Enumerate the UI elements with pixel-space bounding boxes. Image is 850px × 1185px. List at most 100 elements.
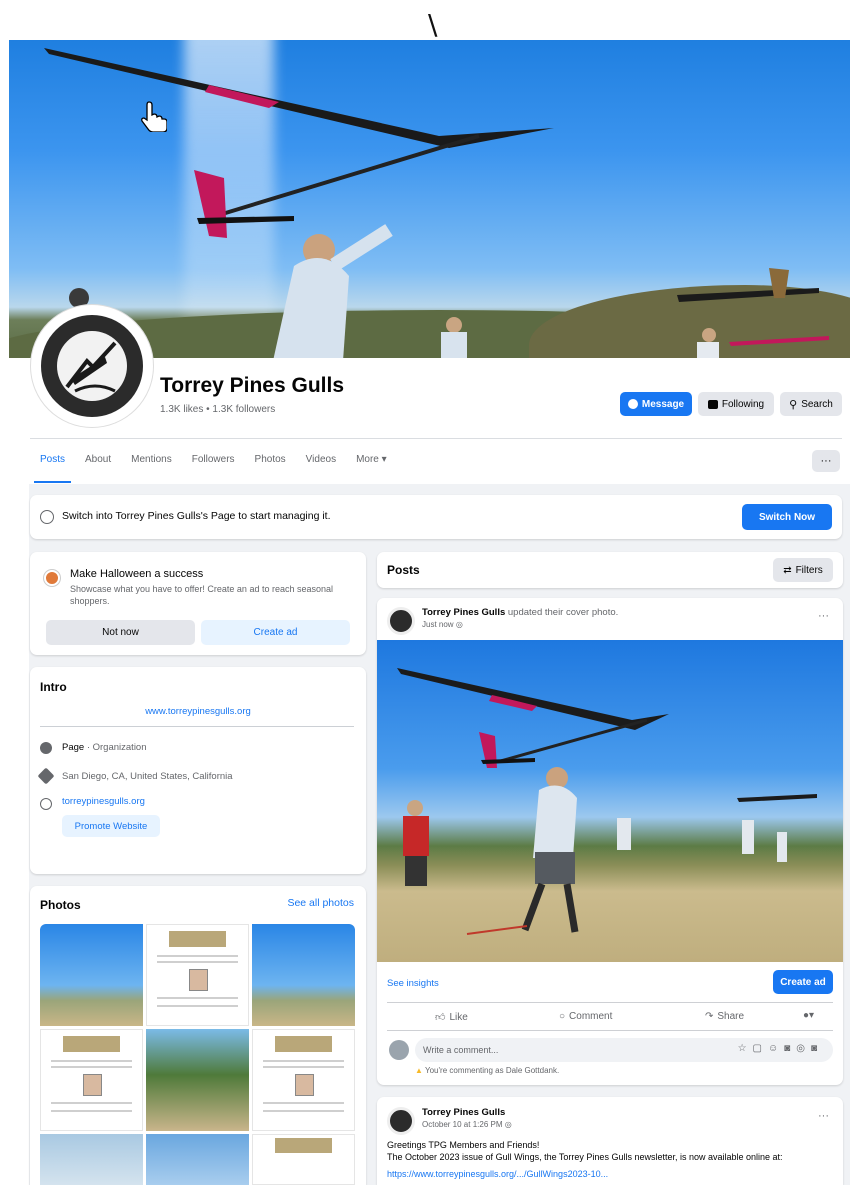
- switch-banner: Switch into Torrey Pines Gulls's Page to…: [30, 495, 842, 539]
- post-actions-divider: [387, 1002, 833, 1003]
- see-all-photos-link[interactable]: See all photos: [287, 897, 354, 909]
- posts-header: Posts ⇄ Filters: [377, 552, 843, 588]
- comment-button[interactable]: ○ Comment: [559, 1011, 612, 1022]
- post-header-text: Torrey Pines Gulls updated their cover p…: [422, 607, 618, 618]
- post-newsletter: Torrey Pines Gulls October 10 at 1:26 PM…: [377, 1097, 843, 1185]
- like-button[interactable]: 👍︎ Like: [435, 1011, 468, 1024]
- post-timestamp[interactable]: October 10 at 1:26 PM ◎: [422, 1120, 512, 1129]
- post-text-line2: The October 2023 issue of Gull Wings, th…: [387, 1152, 783, 1162]
- warning-icon: ▲: [415, 1066, 423, 1075]
- like-button-label: Like: [449, 1011, 468, 1023]
- hand-cursor-icon: [141, 101, 167, 132]
- post-time-text: Just now: [422, 620, 454, 629]
- tab-videos[interactable]: Videos: [296, 450, 346, 478]
- halloween-ad-card: Make Halloween a success Showcase what y…: [30, 552, 366, 655]
- intro-divider: [40, 726, 354, 727]
- tab-photos[interactable]: Photos: [245, 450, 296, 478]
- halloween-title: Make Halloween a success: [70, 568, 204, 580]
- create-ad-post-button[interactable]: Create ad: [773, 970, 833, 994]
- profile-divider: [30, 438, 842, 439]
- comment-input[interactable]: Write a comment... ☆▢☺◙◎◙: [415, 1038, 833, 1062]
- search-button-label: Search: [801, 398, 833, 410]
- posts-title: Posts: [387, 563, 420, 577]
- share-icon: ↷: [705, 1011, 714, 1022]
- globe-icon: [40, 798, 52, 810]
- filters-icon: ⇄: [783, 564, 792, 576]
- tab-followers[interactable]: Followers: [182, 450, 245, 478]
- photo-thumbnail[interactable]: [146, 1029, 249, 1131]
- intro-location: San Diego, CA, United States, California: [62, 771, 233, 782]
- top-mark: \: [428, 8, 438, 41]
- page-stats[interactable]: 1.3K likes • 1.3K followers: [160, 404, 275, 415]
- post-author-avatar[interactable]: [387, 607, 415, 635]
- photo-thumbnail[interactable]: [146, 1134, 249, 1185]
- newsletter-link[interactable]: https://www.torreypinesgulls.org/.../Gul…: [387, 1169, 608, 1179]
- see-insights-link[interactable]: See insights: [387, 978, 439, 989]
- switch-now-button[interactable]: Switch Now: [742, 504, 832, 530]
- switch-profile-icon: [40, 510, 54, 524]
- globe-icon: ◎: [504, 1120, 512, 1129]
- photo-thumbnail[interactable]: [40, 1029, 143, 1131]
- page-title: Torrey Pines Gulls: [160, 374, 345, 397]
- photo-thumbnail[interactable]: [40, 924, 143, 1026]
- commenting-as-text: You're commenting as Dale Gottdank.: [425, 1066, 560, 1075]
- post-photo[interactable]: [377, 640, 843, 962]
- not-now-button[interactable]: Not now: [46, 620, 195, 645]
- post-timestamp[interactable]: Just now ◎: [422, 620, 463, 629]
- pumpkin-icon: [44, 570, 60, 586]
- photo-thumbnail[interactable]: [252, 1134, 355, 1185]
- share-button[interactable]: ↷ Share: [705, 1011, 744, 1022]
- halloween-body: Showcase what you have to offer! Create …: [70, 584, 333, 606]
- post-text-line1: Greetings TPG Members and Friends!: [387, 1140, 540, 1150]
- comment-button-label: Comment: [569, 1011, 613, 1022]
- following-icon: [707, 399, 718, 409]
- post-time-text: October 10 at 1:26 PM: [422, 1120, 503, 1129]
- filters-button[interactable]: ⇄ Filters: [773, 558, 833, 582]
- post-author-name[interactable]: Torrey Pines Gulls: [422, 1107, 505, 1118]
- intro-title: Intro: [40, 680, 67, 694]
- filters-button-label: Filters: [795, 564, 823, 576]
- thumbs-up-icon: 👍︎: [435, 1012, 446, 1023]
- following-button[interactable]: Following: [698, 392, 774, 416]
- more-options-button[interactable]: ···: [812, 450, 840, 472]
- tab-posts[interactable]: Posts: [30, 450, 75, 483]
- intro-category-type: Page: [62, 742, 85, 753]
- comment-icon: ○: [559, 1011, 566, 1022]
- post-options-icon[interactable]: ···: [818, 610, 829, 622]
- page-avatar[interactable]: [31, 305, 153, 427]
- post-options-icon[interactable]: ···: [818, 1110, 829, 1122]
- message-button-label: Message: [641, 398, 685, 410]
- glider-illustration: [397, 668, 817, 935]
- globe-icon: ◎: [455, 620, 463, 629]
- intro-website-top[interactable]: www.torreypinesgulls.org: [30, 706, 366, 717]
- search-icon: ⚲: [789, 398, 798, 411]
- gull-logo-icon: [65, 341, 117, 393]
- share-button-label: Share: [717, 1011, 745, 1022]
- tab-about[interactable]: About: [75, 450, 121, 478]
- photo-thumbnail[interactable]: [146, 924, 249, 1026]
- reaction-profile-selector[interactable]: ●▾: [803, 1010, 814, 1021]
- tab-mentions[interactable]: Mentions: [121, 450, 182, 478]
- tab-more[interactable]: More ▾: [346, 450, 397, 478]
- message-button[interactable]: Message: [620, 392, 692, 416]
- post-cover-update: Torrey Pines Gulls updated their cover p…: [377, 598, 843, 1085]
- intro-website-link[interactable]: torreypinesgulls.org: [62, 796, 145, 807]
- comment-placeholder: Write a comment...: [423, 1045, 499, 1055]
- intro-category-name: · Organization: [84, 742, 147, 753]
- photos-card: Photos See all photos: [30, 886, 366, 1185]
- create-ad-button[interactable]: Create ad: [201, 620, 350, 645]
- search-button[interactable]: ⚲ Search: [780, 392, 842, 416]
- page-tabs: Posts About Mentions Followers Photos Vi…: [30, 450, 397, 483]
- photo-thumbnail[interactable]: [40, 1134, 143, 1185]
- photo-thumbnail[interactable]: [252, 924, 355, 1026]
- messenger-icon: [627, 399, 638, 409]
- post-author-avatar[interactable]: [387, 1107, 415, 1135]
- post-action-text: updated their cover photo.: [505, 607, 619, 618]
- post-author-name[interactable]: Torrey Pines Gulls: [422, 607, 505, 618]
- photo-thumbnail[interactable]: [252, 1029, 355, 1131]
- comment-tools-icons[interactable]: ☆▢☺◙◎◙: [738, 1043, 823, 1054]
- switch-banner-text: Switch into Torrey Pines Gulls's Page to…: [62, 510, 331, 522]
- promote-website-button[interactable]: Promote Website: [62, 815, 160, 837]
- commenter-avatar[interactable]: [389, 1040, 409, 1060]
- photos-title: Photos: [40, 898, 81, 912]
